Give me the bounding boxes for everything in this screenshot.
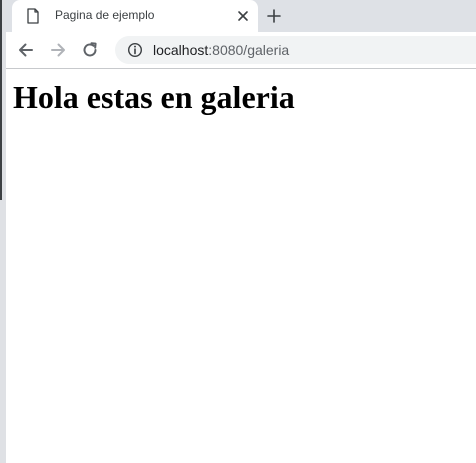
tab-title: Pagina de ejemplo bbox=[55, 8, 155, 22]
info-icon[interactable] bbox=[127, 42, 143, 58]
url-host: localhost bbox=[153, 42, 209, 58]
arrow-right-icon[interactable] bbox=[48, 40, 68, 60]
url-path: :8080/galeria bbox=[208, 42, 290, 58]
close-icon[interactable] bbox=[236, 9, 250, 23]
browser-window: Pagina de ejemplo localhost:8080/galeria… bbox=[0, 0, 476, 463]
page-icon bbox=[27, 8, 39, 24]
window-edge-shadow bbox=[0, 0, 2, 200]
tab-strip: Pagina de ejemplo bbox=[6, 0, 476, 32]
url-text[interactable]: localhost:8080/galeria bbox=[153, 42, 289, 59]
address-bar[interactable]: localhost:8080/galeria bbox=[115, 36, 476, 64]
page-heading: Hola estas en galeria bbox=[13, 79, 295, 115]
page-content: Hola estas en galeria bbox=[6, 69, 476, 463]
tab-active[interactable]: Pagina de ejemplo bbox=[12, 0, 258, 32]
arrow-left-icon[interactable] bbox=[16, 40, 36, 60]
plus-icon[interactable] bbox=[266, 8, 282, 24]
toolbar: localhost:8080/galeria bbox=[6, 32, 476, 69]
browser-chrome: Pagina de ejemplo localhost:8080/galeria bbox=[6, 0, 476, 69]
reload-icon[interactable] bbox=[80, 40, 100, 60]
